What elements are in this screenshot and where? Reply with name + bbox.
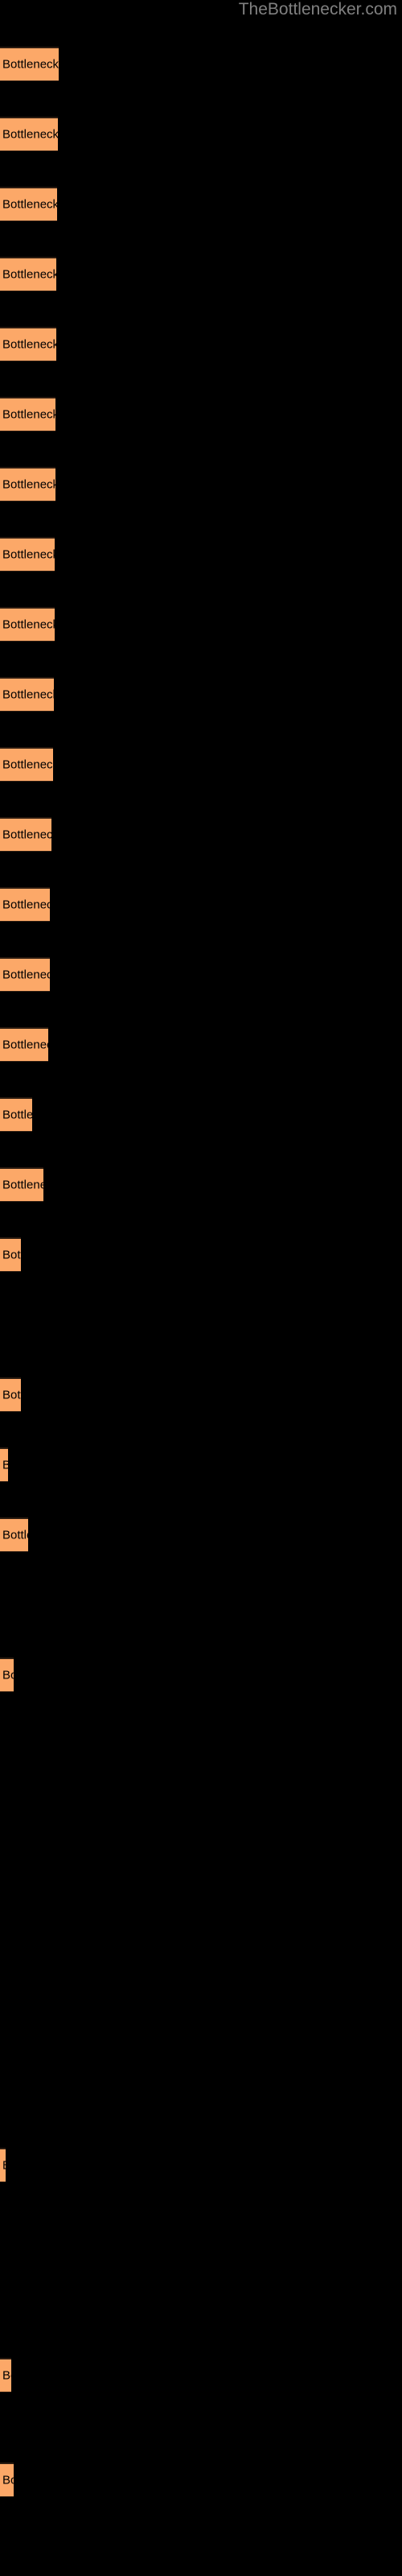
bar-label: Bottleneck result	[2, 57, 59, 72]
page-root: TheBottlenecker.com Bottleneck resultBot…	[0, 0, 402, 2576]
bar-label: Bottleneck result	[2, 1178, 43, 1192]
bottleneck-result-bar[interactable]: Bottleneck result	[0, 1237, 21, 1272]
bar-label: Bottleneck result	[2, 477, 55, 492]
bottleneck-result-bar[interactable]: Bottleneck result	[0, 887, 50, 922]
bottleneck-result-bar[interactable]: Bottleneck result	[0, 1027, 48, 1062]
bar-label: Bottleneck result	[2, 337, 56, 352]
bar-label: Bottleneck result	[2, 1108, 32, 1122]
bottleneck-result-bar[interactable]: Bottleneck result	[0, 1517, 28, 1552]
bottleneck-result-bar[interactable]: Bottleneck result	[0, 327, 56, 361]
bar-label: Bottleneck result	[2, 687, 54, 702]
bottleneck-result-bar[interactable]: Bottleneck result	[0, 607, 55, 642]
bar-label: Bottleneck result	[2, 267, 56, 282]
bottleneck-result-bar[interactable]: Bottleneck result	[0, 187, 57, 221]
bottleneck-result-bar[interactable]: Bottleneck result	[0, 257, 56, 291]
bar-label: Bottleneck result	[2, 1038, 48, 1052]
bar-label: Bottleneck result	[2, 127, 58, 142]
bottleneck-result-bar[interactable]: Bottleneck result	[0, 957, 50, 992]
bottleneck-result-bar[interactable]: Bottleneck result	[0, 2148, 6, 2182]
bottleneck-result-bar[interactable]: Bottleneck result	[0, 747, 53, 782]
bar-label: Bottleneck result	[2, 1248, 21, 1262]
bar-label: Bottleneck result	[2, 547, 55, 562]
bottleneck-result-bar[interactable]: Bottleneck result	[0, 47, 59, 81]
bar-label: Bottleneck result	[2, 2368, 11, 2383]
bottleneck-bar-chart: Bottleneck result Bottleneck result Bottle…	[0, 0, 402, 2576]
bar-label: Bottleneck result	[2, 1528, 28, 1542]
bottleneck-result-bar[interactable]: Bottleneck result	[0, 817, 51, 852]
bottleneck-result-bar[interactable]: Bottleneck result	[0, 2462, 14, 2497]
bottleneck-result-bar[interactable]: Bottleneck result	[0, 1097, 32, 1132]
bar-label: Bottleneck result	[2, 2473, 14, 2487]
bar-label: Bottleneck result	[2, 197, 57, 212]
bottleneck-result-bar[interactable]: Bottleneck result	[0, 1377, 21, 1412]
bottleneck-result-bar[interactable]: Bottleneck result	[0, 677, 54, 712]
bottleneck-result-bar[interactable]: Bottleneck result	[0, 467, 55, 502]
bottleneck-result-bar[interactable]: Bottleneck result	[0, 397, 55, 431]
bottleneck-result-bar[interactable]: Bottleneck result	[0, 1657, 14, 1692]
bar-label: Bottleneck result	[2, 617, 55, 632]
bottleneck-result-bar[interactable]: Bottleneck result	[0, 1447, 8, 1482]
bottleneck-result-bar[interactable]: Bottleneck result	[0, 537, 55, 572]
bar-label: Bottleneck result	[2, 1459, 8, 1472]
bar-label: Bottleneck result	[2, 828, 51, 842]
bar-label: Bottleneck result	[2, 898, 50, 912]
bar-label: Bottleneck result	[2, 968, 50, 982]
bottleneck-result-bar[interactable]: Bottleneck result	[0, 1167, 43, 1202]
bottleneck-result-bar[interactable]: Bottleneck result	[0, 117, 58, 151]
bar-label: Bottleneck result	[2, 1388, 21, 1402]
bar-label: Bottleneck result	[2, 2159, 6, 2173]
bottleneck-result-bar[interactable]: Bottleneck result	[0, 2358, 11, 2392]
bar-label: Bottleneck result	[2, 758, 53, 772]
bar-label: Bottleneck result	[2, 1668, 14, 1682]
bar-label: Bottleneck result	[2, 407, 55, 422]
